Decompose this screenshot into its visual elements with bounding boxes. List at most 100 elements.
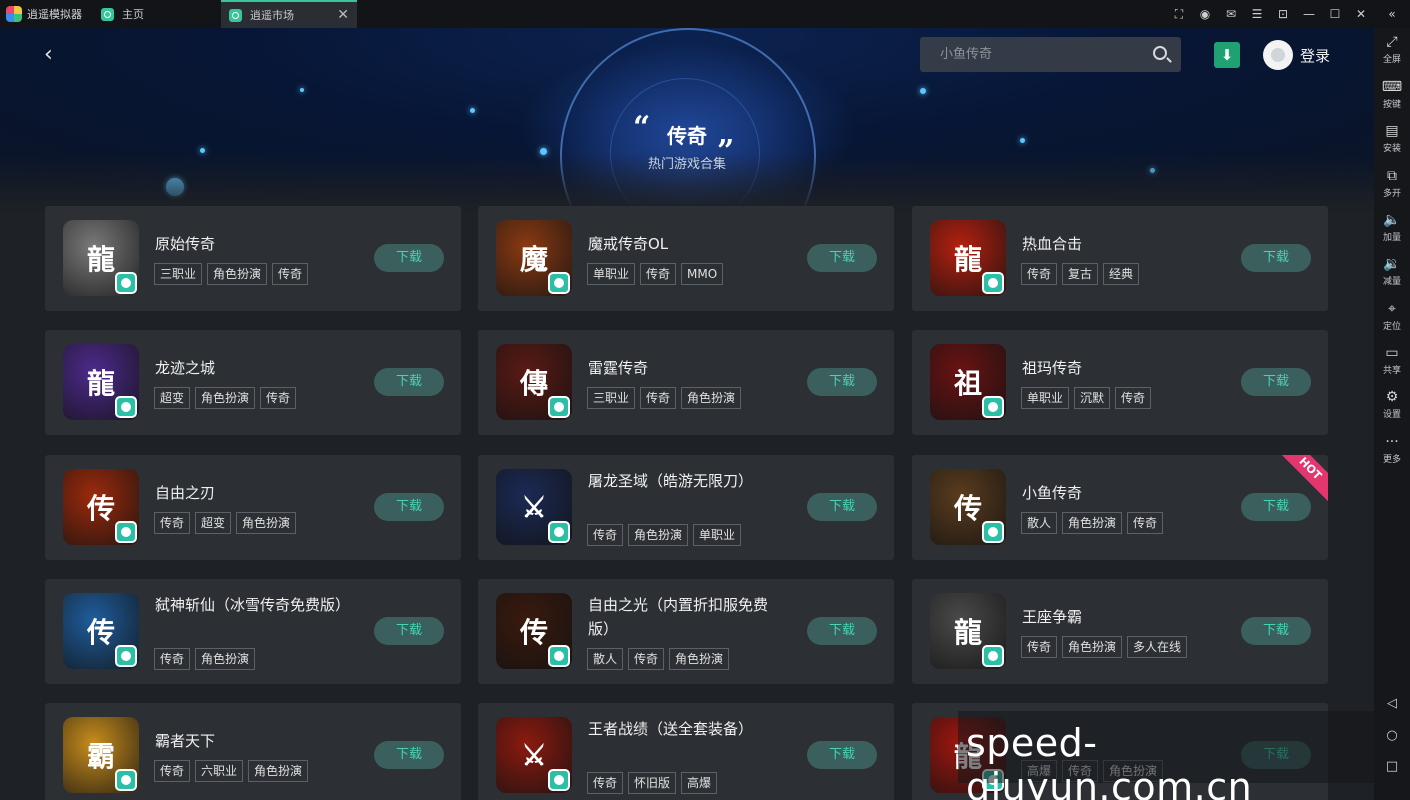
download-button[interactable]: 下载 xyxy=(374,617,444,645)
game-tag: 超变 xyxy=(154,387,191,409)
game-icon-overlay xyxy=(496,220,572,296)
game-name[interactable]: 热血合击 xyxy=(1022,232,1212,256)
nav-back-icon[interactable]: ◁ xyxy=(1374,696,1410,711)
download-button[interactable]: 下载 xyxy=(374,493,444,521)
download-button[interactable]: 下载 xyxy=(1241,493,1311,521)
screenshot-icon[interactable]: ⛶ xyxy=(1166,0,1192,28)
avatar[interactable] xyxy=(1263,40,1293,70)
game-name[interactable]: 自由之光（内置折扣服免费版） xyxy=(588,593,778,641)
sidebar-item-keymap[interactable]: ⌨ 按键 xyxy=(1374,78,1410,110)
minimize-icon[interactable]: — xyxy=(1296,0,1322,28)
game-name[interactable]: 屠龙圣域（皓游无限刀） xyxy=(588,469,778,493)
maximize-icon[interactable]: ☐ xyxy=(1322,0,1348,28)
game-tags: 散人 传奇 角色扮演 xyxy=(587,648,730,670)
game-card[interactable]: 传小鱼传奇 散人 角色扮演 传奇 下载 HOT xyxy=(912,455,1328,560)
game-card[interactable]: 魔魔戒传奇OL 单职业 传奇 MMO 下载 xyxy=(478,206,894,311)
app-logo-icon xyxy=(6,6,22,22)
game-tag: 角色扮演 xyxy=(681,387,742,409)
download-button[interactable]: 下载 xyxy=(1241,617,1311,645)
sidebar-item-volume-down[interactable]: 🔉 减量 xyxy=(1374,255,1410,287)
share-folder-icon: ▭ xyxy=(1385,345,1399,361)
user-icon[interactable]: ◉ xyxy=(1192,0,1218,28)
game-name[interactable]: 魔戒传奇OL xyxy=(588,232,778,256)
download-button[interactable]: 下载 xyxy=(807,741,877,769)
sidebar-item-label: 定位 xyxy=(1382,322,1401,332)
sidebar-item-install-apk[interactable]: ▤ 安装 xyxy=(1374,122,1410,154)
game-card[interactable]: 龍龙迹之城 超变 角色扮演 传奇 下载 xyxy=(45,330,461,435)
game-icon-overlay xyxy=(63,717,139,793)
game-name[interactable]: 霸者天下 xyxy=(155,729,345,753)
nav-recent-icon[interactable]: □ xyxy=(1374,759,1410,774)
sidebar-item-multi-instance[interactable]: ⧉ 多开 xyxy=(1374,167,1410,199)
collapse-sidebar-icon[interactable]: « xyxy=(1374,0,1410,28)
game-tag: 单职业 xyxy=(693,524,742,546)
game-card[interactable]: ⚔ 屠龙圣域（皓游无限刀） 传奇 角色扮演 单职业 下载 xyxy=(478,455,894,560)
game-name[interactable]: 雷霆传奇 xyxy=(588,356,778,380)
download-button[interactable]: 下载 xyxy=(374,244,444,272)
sidebar-item-volume-up[interactable]: 🔈 加量 xyxy=(1374,211,1410,243)
game-card[interactable]: 龍王座争霸 传奇 角色扮演 多人在线 下载 xyxy=(912,579,1328,684)
game-tag: 传奇 xyxy=(154,512,191,534)
game-tags: 传奇 角色扮演 单职业 xyxy=(587,524,742,546)
game-tag: 超变 xyxy=(195,512,232,534)
game-name[interactable]: 祖玛传奇 xyxy=(1022,356,1212,380)
sidebar-item-label: 全屏 xyxy=(1382,55,1401,65)
sidebar-item-more[interactable]: ··· 更多 xyxy=(1374,433,1410,465)
game-card[interactable]: 霸霸者天下 传奇 六职业 角色扮演 下载 xyxy=(45,703,461,800)
download-button[interactable]: 下载 xyxy=(374,741,444,769)
login-link[interactable]: 登录 xyxy=(1300,45,1330,66)
sidebar-item-location[interactable]: ⌖ 定位 xyxy=(1374,300,1410,332)
settings-icon: ⚙ xyxy=(1385,389,1399,405)
mail-icon[interactable]: ✉ xyxy=(1218,0,1244,28)
game-card[interactable]: ⚔ 王者战绩（送全套装备） 传奇 怀旧版 高爆 下载 xyxy=(478,703,894,800)
download-manager-button[interactable]: ⬇ xyxy=(1214,42,1240,68)
close-window-icon[interactable]: ✕ xyxy=(1348,0,1374,28)
tab-close-icon[interactable]: ✕ xyxy=(337,7,349,23)
game-icon-overlay xyxy=(496,717,572,793)
game-name[interactable]: 小鱼传奇 xyxy=(1022,481,1212,505)
game-name[interactable]: 原始传奇 xyxy=(155,232,345,256)
game-name[interactable]: 自由之刃 xyxy=(155,481,345,505)
sidebar-item-label: 减量 xyxy=(1382,277,1401,287)
download-button[interactable]: 下载 xyxy=(1241,368,1311,396)
volume-up-icon: 🔈 xyxy=(1383,212,1401,228)
game-card[interactable]: 傳雷霆传奇 三职业 传奇 角色扮演 下载 xyxy=(478,330,894,435)
tab-home-label: 主页 xyxy=(122,8,144,21)
right-sidebar: ◁ ○ □ ⤢ 全屏 ⌨ 按键 ▤ 安装 ⧉ 多开 🔈 加量 🔉 减量 ⌖ 定位 ▭ 共享 ⚙ 设置 ··· 更多 xyxy=(1374,28,1410,800)
download-button[interactable]: 下载 xyxy=(807,617,877,645)
download-button[interactable]: 下载 xyxy=(807,368,877,396)
search-box[interactable] xyxy=(920,37,1181,72)
game-card[interactable]: 祖祖玛传奇 单职业 沉默 传奇 下载 xyxy=(912,330,1328,435)
download-button[interactable]: 下载 xyxy=(807,493,877,521)
home-tab-icon xyxy=(101,7,114,21)
sidebar-item-fullscreen[interactable]: ⤢ 全屏 xyxy=(1374,33,1410,65)
search-icon[interactable] xyxy=(1153,46,1167,60)
back-button[interactable]: ‹ xyxy=(44,44,66,66)
game-card[interactable]: 龍热血合击 传奇 复古 经典 下载 xyxy=(912,206,1328,311)
window-controls: ⛶ ◉ ✉ ☰ ⊡ — ☐ ✕ « xyxy=(1166,0,1410,28)
sidebar-item-settings[interactable]: ⚙ 设置 xyxy=(1374,388,1410,420)
game-card[interactable]: 传自由之刃 传奇 超变 角色扮演 下载 xyxy=(45,455,461,560)
feedback-icon[interactable]: ⊡ xyxy=(1270,0,1296,28)
game-card[interactable]: 龍原始传奇 三职业 角色扮演 传奇 下载 xyxy=(45,206,461,311)
keymap-icon: ⌨ xyxy=(1381,79,1403,95)
download-button[interactable]: 下载 xyxy=(374,368,444,396)
game-name[interactable]: 王者战绩（送全套装备） xyxy=(588,717,778,741)
game-card[interactable]: 传自由之光（内置折扣服免费版） 散人 传奇 角色扮演 下载 xyxy=(478,579,894,684)
game-name[interactable]: 王座争霸 xyxy=(1022,605,1212,629)
download-button[interactable]: 下载 xyxy=(807,244,877,272)
sidebar-item-share-folder[interactable]: ▭ 共享 xyxy=(1374,344,1410,376)
download-button[interactable]: 下载 xyxy=(1241,244,1311,272)
game-icon-overlay xyxy=(930,220,1006,296)
search-input[interactable] xyxy=(920,37,1140,72)
nav-home-icon[interactable]: ○ xyxy=(1374,728,1410,743)
hero-dot xyxy=(920,88,926,94)
tab-home[interactable]: 主页 xyxy=(93,0,221,28)
game-name[interactable]: 龙迹之城 xyxy=(155,356,345,380)
tab-market[interactable]: 逍遥市场 ✕ xyxy=(221,0,357,28)
game-tags: 传奇 角色扮演 多人在线 xyxy=(1021,636,1188,658)
game-tag: 三职业 xyxy=(154,263,203,285)
game-card[interactable]: 传弑神斩仙（冰雪传奇免费版） 传奇 角色扮演 下载 xyxy=(45,579,461,684)
menu-icon[interactable]: ☰ xyxy=(1244,0,1270,28)
game-name[interactable]: 弑神斩仙（冰雪传奇免费版） xyxy=(155,593,350,617)
